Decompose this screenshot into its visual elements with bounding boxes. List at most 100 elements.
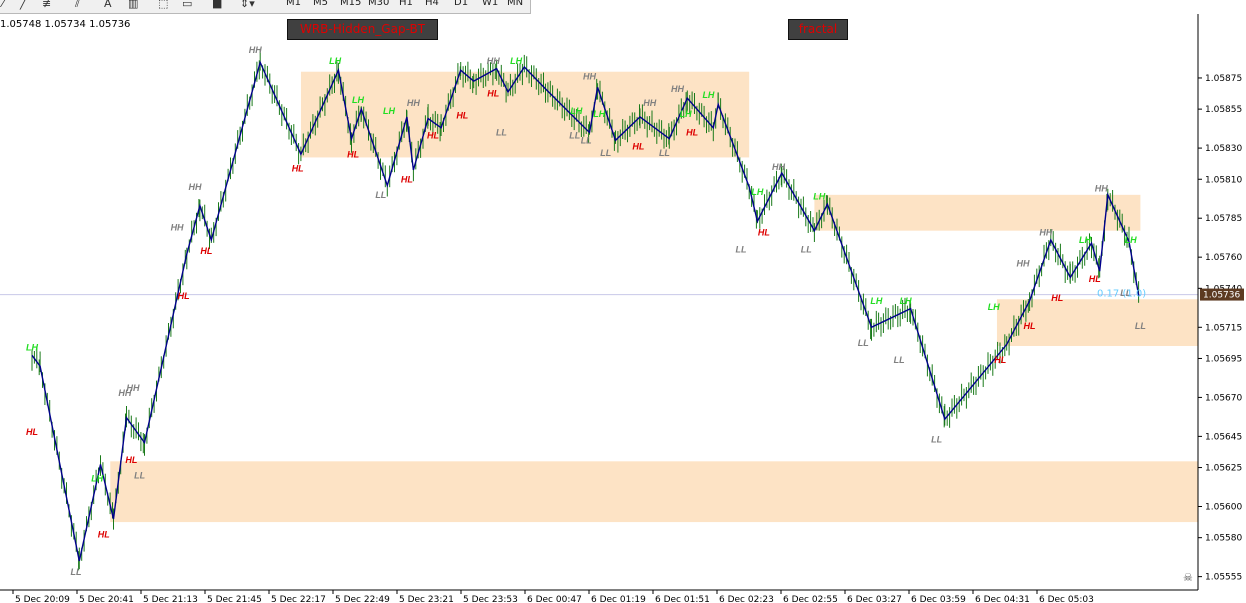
swing-label-hl: HL — [98, 530, 110, 540]
price-chart[interactable]: HH LH LH LH HH HH LH HH LH LH HH HH LH LH HL HL LL HL HL HL… — [0, 0, 1246, 603]
swing-label-lh: LH — [570, 106, 582, 116]
swing-label-hh: HH — [487, 56, 500, 66]
swing-label-lh: LH — [900, 296, 912, 306]
x-tick-label: 5 Dec 22:49 — [335, 595, 390, 603]
x-tick-label: 5 Dec 21:45 — [207, 595, 262, 603]
signal-text: 0.17 (1.0) — [1097, 289, 1146, 300]
swing-label-hh: HH — [671, 84, 684, 94]
swing-label-hl: HL — [347, 149, 359, 159]
channel-tool-icon[interactable]: ⫽ — [75, 0, 80, 11]
swing-label-ll: LL — [858, 338, 869, 348]
y-tick-label: 1.05600 — [1205, 503, 1242, 513]
x-tick-label: 6 Dec 02:55 — [783, 595, 838, 603]
swing-label-lh: LH — [26, 343, 38, 353]
swing-label-hh: HH — [249, 45, 262, 55]
swing-label-hl: HL — [200, 246, 212, 256]
tf-h1[interactable]: H1 — [399, 0, 413, 8]
swing-label-hl: HL — [401, 174, 413, 184]
swing-label-hl: HL — [178, 291, 190, 301]
swing-label-lh: LH — [510, 56, 522, 66]
swing-label-hh: HH — [772, 162, 785, 172]
x-tick-label: 6 Dec 03:27 — [847, 595, 902, 603]
swing-label-ll: LL — [569, 131, 580, 141]
y-tick-label: 1.05625 — [1205, 464, 1242, 474]
swing-label-hh: HH — [189, 182, 202, 192]
table-tool-icon[interactable]: ▥ — [128, 0, 138, 10]
swing-label-ll: LL — [71, 567, 82, 577]
y-tick-label: 1.05785 — [1205, 214, 1242, 224]
fractal-button[interactable]: fractal — [788, 19, 848, 40]
x-tick-label: 5 Dec 20:09 — [15, 595, 70, 603]
swing-label-lh: LH — [751, 187, 763, 197]
swing-label-ll: LL — [736, 244, 747, 254]
swing-label-hh: HH — [1039, 227, 1052, 237]
swing-label-hl: HL — [1024, 321, 1036, 331]
x-tick-label: 5 Dec 20:41 — [79, 595, 134, 603]
tf-m1[interactable]: M1 — [286, 0, 301, 8]
tf-m5[interactable]: M5 — [313, 0, 328, 8]
swing-label-ll: LL — [801, 244, 812, 254]
swing-label-lh: LH — [702, 90, 714, 100]
ohlc-readout: 1.05748 1.05734 1.05736 — [0, 19, 131, 30]
tf-w1[interactable]: W1 — [482, 0, 498, 8]
swing-label-hl: HL — [427, 131, 439, 141]
line-tool-icon[interactable]: ╱ — [20, 0, 27, 10]
swing-label-hh: HH — [1095, 184, 1108, 194]
y-tick-label: 1.05645 — [1205, 432, 1242, 442]
y-tick-label: 1.05580 — [1205, 534, 1242, 544]
swing-label-hl: HL — [487, 89, 499, 99]
swing-label-hh: HH — [643, 98, 656, 108]
tf-mn[interactable]: MN — [507, 0, 523, 8]
swing-label-lh: LH — [593, 109, 605, 119]
tf-h4[interactable]: H4 — [425, 0, 439, 8]
skull-icon: ☠ — [1183, 571, 1193, 584]
swing-label-ll: LL — [375, 190, 386, 200]
wrb-hidden-gap-button[interactable]: WRB-Hidden_Gap-BT — [287, 19, 438, 40]
swing-label-ll: LL — [134, 470, 145, 480]
rectangle-tool-icon[interactable]: ▭ — [182, 0, 192, 10]
arrows-tool-icon[interactable]: ⇕▾ — [240, 0, 255, 10]
tf-m30[interactable]: M30 — [368, 0, 389, 8]
toolbar: ⁄ ╱ ≢ ⫽ A ▥ ⬚ ▭ ■ ⇕▾ M1 M5 M15 M30 H1 H4… — [0, 0, 531, 14]
x-tick-label: 6 Dec 04:31 — [975, 595, 1030, 603]
swing-label-lh: LH — [813, 192, 825, 202]
tf-m15[interactable]: M15 — [340, 0, 361, 8]
x-tick-label: 5 Dec 21:13 — [143, 595, 198, 603]
swing-label-lh: LH — [383, 106, 395, 116]
swing-label-ll: LL — [581, 135, 592, 145]
swing-label-ll: LL — [894, 355, 905, 365]
swing-label-lh: LH — [870, 296, 882, 306]
x-tick-label: 5 Dec 23:53 — [463, 595, 518, 603]
x-tick-label: 5 Dec 22:17 — [271, 595, 326, 603]
text-tool[interactable]: A — [104, 0, 112, 10]
crosshair-icon[interactable]: ⁄ — [2, 0, 4, 10]
rectangle-tool-icon[interactable]: ■ — [212, 0, 222, 10]
swing-label-ll: LL — [1135, 321, 1146, 331]
swing-label-lh: LH — [329, 56, 341, 66]
swing-label-hl: HL — [758, 227, 770, 237]
supply-demand-zones — [110, 71, 1199, 523]
swing-label-lh: LH — [91, 474, 103, 484]
y-tick-label: 1.05855 — [1205, 105, 1242, 115]
swing-label-hl: HL — [1051, 293, 1063, 303]
swing-label-hl: HL — [994, 355, 1006, 365]
y-tick-label: 1.05875 — [1205, 74, 1242, 84]
x-tick-label: 6 Dec 05:03 — [1039, 595, 1094, 603]
tf-d1[interactable]: D1 — [454, 0, 468, 8]
swing-label-ll: LL — [931, 435, 942, 445]
swing-label-hl: HL — [26, 427, 38, 437]
y-tick-label: 1.05810 — [1205, 175, 1242, 185]
current-price-label: 1.05736 — [1203, 291, 1240, 301]
y-tick-label: 1.05670 — [1205, 393, 1242, 403]
zone — [110, 461, 1199, 523]
y-tick-label: 1.05760 — [1205, 253, 1242, 263]
fibonacci-tool-icon[interactable]: ≢ — [42, 0, 51, 10]
zone — [814, 194, 1141, 231]
swing-label-hl: HL — [292, 163, 304, 173]
label-tool-icon[interactable]: ⬚ — [158, 0, 168, 10]
swing-label-hl: HL — [686, 128, 698, 138]
swing-label-hl: HL — [125, 455, 137, 465]
swing-label-ll: LL — [659, 148, 670, 158]
x-tick-label: 6 Dec 00:47 — [527, 595, 582, 603]
swing-label-lh: LH — [680, 109, 692, 119]
